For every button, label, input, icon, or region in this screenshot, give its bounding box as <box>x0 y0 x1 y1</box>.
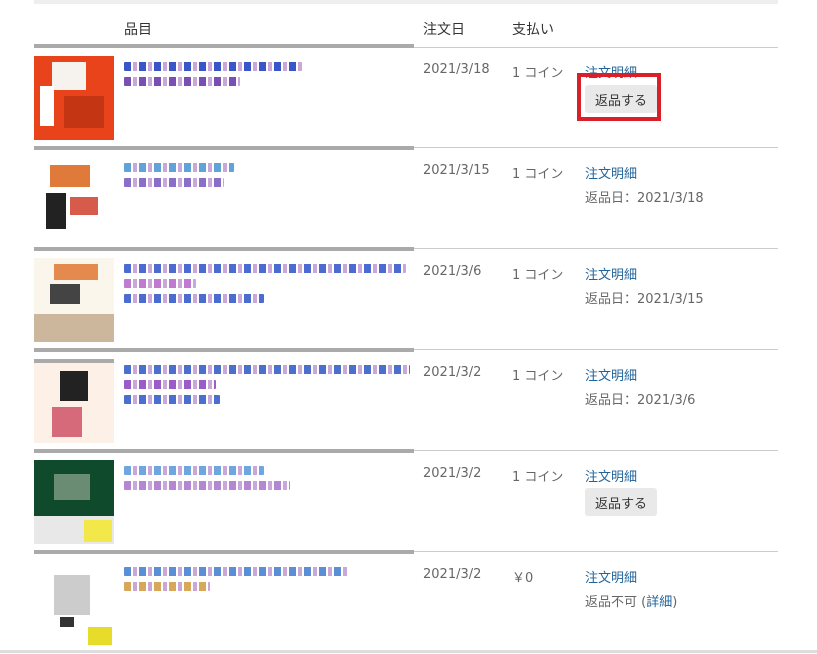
payment-amount: 1 コイン <box>512 167 564 182</box>
title-line <box>124 77 240 86</box>
order-date: 2021/3/6 <box>423 264 482 279</box>
product-thumbnail[interactable] <box>34 157 114 241</box>
title-line <box>124 380 216 389</box>
thumb-block <box>52 407 82 437</box>
row-divider-thin <box>414 248 778 249</box>
product-thumbnail[interactable] <box>34 56 114 140</box>
column-header-payment: 支払い <box>512 22 554 38</box>
order-row: 2021/3/15 1 コイン 注文明細 返品日：2021/3/18 <box>0 149 817 250</box>
order-table-header: 品目 注文日 支払い <box>0 0 817 48</box>
row-divider-thin <box>414 147 778 148</box>
order-detail-link[interactable]: 注文明細 <box>585 365 637 384</box>
product-thumbnail[interactable] <box>34 359 114 443</box>
payment-amount: 1 コイン <box>512 369 564 384</box>
title-line <box>124 62 302 71</box>
product-title[interactable] <box>124 264 414 309</box>
thumb-block <box>54 474 90 500</box>
thumb-block <box>84 520 112 542</box>
thumb-block <box>54 575 90 615</box>
title-line <box>124 294 264 303</box>
product-thumbnail[interactable] <box>34 258 114 342</box>
column-header-order-date: 注文日 <box>423 22 465 38</box>
thumb-block <box>50 165 90 187</box>
product-thumbnail[interactable] <box>34 561 114 645</box>
thumb-block <box>64 96 104 128</box>
title-line <box>124 567 348 576</box>
payment-amount: 1 コイン <box>512 66 564 81</box>
order-detail-link[interactable]: 注文明細 <box>585 466 637 485</box>
thumb-block <box>60 371 88 401</box>
return-button[interactable]: 返品する <box>585 488 657 516</box>
product-title[interactable] <box>124 163 414 193</box>
thumb-block <box>40 86 54 126</box>
order-date: 2021/3/18 <box>423 62 490 77</box>
product-title[interactable] <box>124 466 414 496</box>
thumb-block <box>34 359 114 363</box>
thumb-block <box>52 62 86 90</box>
product-title[interactable] <box>124 62 414 92</box>
non-returnable-suffix: ) <box>672 595 678 610</box>
title-line <box>124 481 290 490</box>
non-returnable-status: 返品不可 (詳細) <box>585 591 677 610</box>
payment-amount: 1 コイン <box>512 470 564 485</box>
order-detail-link[interactable]: 注文明細 <box>585 264 637 283</box>
non-returnable-detail-link[interactable]: 詳細 <box>646 595 672 610</box>
title-line <box>124 582 210 591</box>
order-row: 2021/3/6 1 コイン 注文明細 返品日：2021/3/15 <box>0 250 817 351</box>
order-date: 2021/3/15 <box>423 163 490 178</box>
title-line <box>124 279 196 288</box>
order-detail-link[interactable]: 注文明細 <box>585 567 637 586</box>
thumb-block <box>34 314 114 342</box>
product-thumbnail[interactable] <box>34 460 114 544</box>
row-divider-thin <box>414 551 778 552</box>
order-row: 2021/3/2 ￥0 注文明細 返品不可 (詳細) <box>0 553 817 654</box>
return-date-status: 返品日：2021/3/18 <box>585 191 704 206</box>
return-button[interactable]: 返品する <box>585 85 657 113</box>
thumb-block <box>46 193 66 229</box>
thumb-block <box>88 627 112 645</box>
order-date: 2021/3/2 <box>423 365 482 380</box>
thumb-block <box>60 617 74 627</box>
row-divider-thin <box>414 349 778 350</box>
order-detail-link[interactable]: 注文明細 <box>585 62 637 81</box>
product-title[interactable] <box>124 567 414 597</box>
return-date-status: 返品日：2021/3/6 <box>585 393 696 408</box>
thumb-block <box>70 197 98 215</box>
return-date-status: 返品日：2021/3/15 <box>585 292 704 307</box>
order-detail-link[interactable]: 注文明細 <box>585 163 637 182</box>
title-line <box>124 365 410 374</box>
title-line <box>124 163 234 172</box>
row-divider-thin <box>414 450 778 451</box>
title-line <box>124 466 264 475</box>
payment-amount: ￥0 <box>512 571 534 586</box>
thumb-block <box>54 264 98 280</box>
title-line <box>124 178 224 187</box>
order-date: 2021/3/2 <box>423 567 482 582</box>
payment-amount: 1 コイン <box>512 268 564 283</box>
order-date: 2021/3/2 <box>423 466 482 481</box>
title-line <box>124 395 220 404</box>
order-row: 2021/3/2 1 コイン 注文明細 返品日：2021/3/6 <box>0 351 817 452</box>
column-header-item: 品目 <box>124 22 152 38</box>
thumb-block <box>50 284 80 304</box>
order-row: 2021/3/2 1 コイン 注文明細 返品する <box>0 452 817 553</box>
non-returnable-label: 返品不可 ( <box>585 595 647 610</box>
order-row: 2021/3/18 1 コイン 注文明細 返品する <box>0 48 817 149</box>
product-title[interactable] <box>124 365 414 410</box>
title-line <box>124 264 406 273</box>
